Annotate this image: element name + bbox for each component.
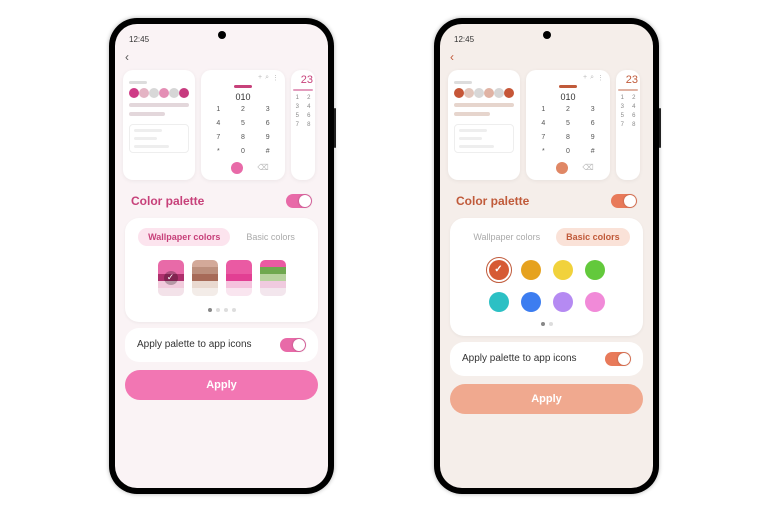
color-palette-row: Color palette — [440, 184, 653, 214]
sliver-number: 23 — [618, 74, 638, 86]
theme-previews: +⌕⋮ 010 123456789*0# ⌫ 23 12345678 — [440, 66, 653, 184]
apply-icons-label: Apply palette to app icons — [462, 353, 577, 364]
camera-cutout — [218, 31, 226, 39]
preview-dialer[interactable]: +⌕⋮ 010 123456789*0# ⌫ — [526, 70, 610, 180]
preview-calculator[interactable]: 23 12345678 — [616, 70, 640, 180]
phone-left: 12:45 ‹ +⌕⋮ — [109, 18, 334, 494]
nav-row: ‹ — [440, 46, 653, 66]
dialer-display: 010 — [532, 92, 604, 102]
preview-quicksettings[interactable] — [123, 70, 195, 180]
check-icon: ✓ — [489, 260, 509, 280]
check-icon: ✓ — [164, 271, 178, 285]
palette-tabs: Wallpaper colors Basic colors — [460, 226, 633, 256]
apply-button[interactable]: Apply — [125, 370, 318, 400]
apply-icons-row: Apply palette to app icons — [125, 328, 318, 362]
section-title: Color palette — [456, 194, 529, 208]
color-circle-1[interactable]: ✓ — [489, 260, 509, 280]
screen-right: 12:45 ‹ +⌕⋮ — [440, 24, 653, 488]
power-button — [659, 108, 661, 148]
section-title: Color palette — [131, 194, 204, 208]
dial-pad: 123456789*0# — [532, 105, 604, 160]
preview-dialer[interactable]: +⌕⋮ 010 123456789*0# ⌫ — [201, 70, 285, 180]
back-icon[interactable]: ‹ — [450, 50, 454, 64]
basic-color-circles: ✓ — [460, 256, 633, 318]
status-time: 12:45 — [129, 35, 149, 44]
dialer-display: 010 — [207, 92, 279, 102]
dial-pad: 123456789*0# — [207, 105, 279, 160]
page-dots — [460, 318, 633, 326]
power-button — [334, 108, 336, 148]
apply-icons-toggle[interactable] — [280, 338, 306, 352]
nav-row: ‹ — [115, 46, 328, 66]
call-button-icon — [556, 162, 568, 174]
theme-previews: +⌕⋮ 010 123456789*0# ⌫ 23 12345678 — [115, 66, 328, 184]
tab-basic-colors[interactable]: Basic colors — [236, 228, 305, 246]
palette-card: Wallpaper colors Basic colors ✓ — [450, 218, 643, 336]
status-time: 12:45 — [454, 35, 474, 44]
apply-icons-toggle[interactable] — [605, 352, 631, 366]
preview-icons — [454, 88, 514, 98]
palette-card: Wallpaper colors Basic colors ✓ — [125, 218, 318, 322]
palette-toggle[interactable] — [611, 194, 637, 208]
tab-basic-colors[interactable]: Basic colors — [556, 228, 630, 246]
swatch-2[interactable] — [192, 260, 218, 296]
preview-calculator[interactable]: 23 12345678 — [291, 70, 315, 180]
back-icon[interactable]: ‹ — [125, 50, 129, 64]
wallpaper-swatches: ✓ — [135, 256, 308, 304]
camera-cutout — [543, 31, 551, 39]
call-button-icon — [231, 162, 243, 174]
screen-left: 12:45 ‹ +⌕⋮ — [115, 24, 328, 488]
color-circle-2[interactable] — [521, 260, 541, 280]
tab-wallpaper-colors[interactable]: Wallpaper colors — [463, 228, 550, 246]
color-circle-4[interactable] — [585, 260, 605, 280]
tab-wallpaper-colors[interactable]: Wallpaper colors — [138, 228, 230, 246]
backspace-icon: ⌫ — [257, 163, 268, 172]
swatch-1[interactable]: ✓ — [158, 260, 184, 296]
preview-quicksettings[interactable] — [448, 70, 520, 180]
sliver-number: 23 — [293, 74, 313, 86]
apply-button[interactable]: Apply — [450, 384, 643, 414]
backspace-icon: ⌫ — [582, 163, 593, 172]
palette-toggle[interactable] — [286, 194, 312, 208]
color-circle-7[interactable] — [553, 292, 573, 312]
color-circle-8[interactable] — [585, 292, 605, 312]
phone-right: 12:45 ‹ +⌕⋮ — [434, 18, 659, 494]
palette-tabs: Wallpaper colors Basic colors — [135, 226, 308, 256]
color-circle-3[interactable] — [553, 260, 573, 280]
apply-icons-row: Apply palette to app icons — [450, 342, 643, 376]
page-dots — [135, 304, 308, 312]
color-circle-5[interactable] — [489, 292, 509, 312]
swatch-4[interactable] — [260, 260, 286, 296]
color-palette-row: Color palette — [115, 184, 328, 214]
apply-icons-label: Apply palette to app icons — [137, 339, 252, 350]
preview-icons — [129, 88, 189, 98]
swatch-3[interactable] — [226, 260, 252, 296]
color-circle-6[interactable] — [521, 292, 541, 312]
